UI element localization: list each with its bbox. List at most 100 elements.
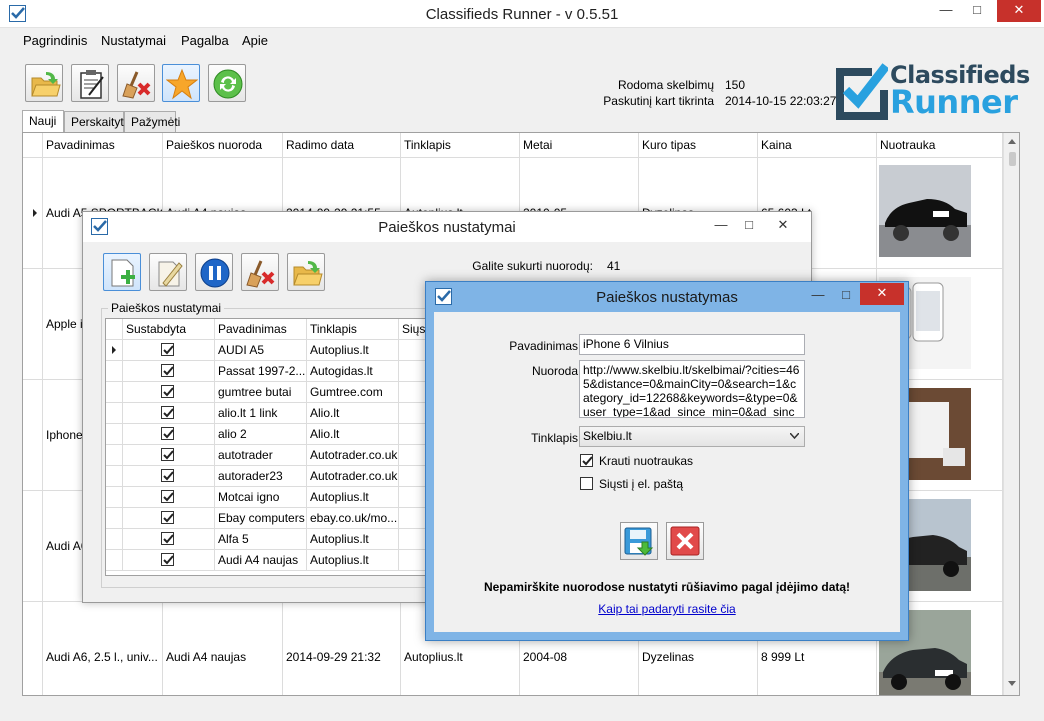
load-photos-checkbox[interactable] bbox=[580, 454, 593, 467]
clear-button[interactable] bbox=[117, 64, 155, 102]
maximize-button[interactable]: □ bbox=[832, 285, 860, 307]
row-header[interactable] bbox=[106, 466, 123, 487]
url-input[interactable]: http://www.skelbiu.lt/skelbimai/?cities=… bbox=[579, 360, 805, 418]
row-header[interactable] bbox=[23, 158, 43, 269]
paused-checkbox[interactable] bbox=[161, 490, 174, 503]
paused-cell[interactable] bbox=[123, 487, 215, 508]
open-folder-button[interactable] bbox=[25, 64, 63, 102]
minimize-button[interactable]: — bbox=[932, 0, 960, 22]
row-header[interactable] bbox=[106, 403, 123, 424]
paused-cell[interactable] bbox=[123, 529, 215, 550]
search-site[interactable]: Autoplius.lt bbox=[307, 550, 399, 571]
paused-checkbox[interactable] bbox=[161, 553, 174, 566]
clipboard-button[interactable] bbox=[71, 64, 109, 102]
minimize-button[interactable]: — bbox=[707, 215, 735, 237]
tab-perskaityti[interactable]: Perskaityti bbox=[64, 111, 126, 132]
row-header[interactable] bbox=[106, 340, 123, 361]
maximize-button[interactable]: □ bbox=[735, 215, 763, 237]
import-search-button[interactable] bbox=[287, 253, 325, 291]
site-select[interactable]: Skelbiu.lt bbox=[579, 426, 805, 447]
search-site[interactable]: Autogidas.lt bbox=[307, 361, 399, 382]
name-input[interactable]: iPhone 6 Vilnius bbox=[579, 334, 805, 355]
close-button[interactable]: ✕ bbox=[997, 0, 1041, 22]
search-site[interactable]: Gumtree.com bbox=[307, 382, 399, 403]
search-site[interactable]: Autoplius.lt bbox=[307, 487, 399, 508]
row-header[interactable] bbox=[23, 380, 43, 491]
column-header[interactable]: Tinklapis bbox=[401, 133, 520, 158]
paused-checkbox[interactable] bbox=[161, 511, 174, 524]
paused-cell[interactable] bbox=[123, 508, 215, 529]
column-header[interactable]: Pavadinimas bbox=[215, 319, 307, 340]
row-header[interactable] bbox=[106, 508, 123, 529]
listing-photo-cell[interactable] bbox=[877, 158, 1003, 269]
row-header[interactable] bbox=[106, 424, 123, 445]
paused-checkbox[interactable] bbox=[161, 469, 174, 482]
menu-pagalba[interactable]: Pagalba bbox=[181, 33, 229, 48]
row-header[interactable] bbox=[106, 361, 123, 382]
menu-pagrindinis[interactable]: Pagrindinis bbox=[23, 33, 87, 48]
search-name[interactable]: Ebay computers bbox=[215, 508, 307, 529]
load-photos-label[interactable]: Krauti nuotraukas bbox=[599, 454, 693, 468]
row-header[interactable] bbox=[106, 529, 123, 550]
paused-cell[interactable] bbox=[123, 445, 215, 466]
row-header[interactable] bbox=[106, 550, 123, 571]
paused-checkbox[interactable] bbox=[161, 406, 174, 419]
listing-title[interactable]: Audi A6, 2.5 l., univ... bbox=[43, 602, 163, 695]
search-name[interactable]: alio 2 bbox=[215, 424, 307, 445]
paused-checkbox[interactable] bbox=[161, 448, 174, 461]
search-name[interactable]: autorader23 bbox=[215, 466, 307, 487]
paused-cell[interactable] bbox=[123, 550, 215, 571]
search-site[interactable]: Autoplius.lt bbox=[307, 529, 399, 550]
paused-cell[interactable] bbox=[123, 466, 215, 487]
paused-cell[interactable] bbox=[123, 403, 215, 424]
paused-checkbox[interactable] bbox=[161, 364, 174, 377]
tab-pazymeti[interactable]: Pažymėti bbox=[124, 111, 180, 132]
paused-cell[interactable] bbox=[123, 382, 215, 403]
column-header[interactable]: Tinklapis bbox=[307, 319, 399, 340]
scrollbar-thumb[interactable] bbox=[1009, 152, 1016, 166]
column-header[interactable]: Pavadinimas bbox=[43, 133, 163, 158]
scroll-up-icon[interactable] bbox=[1008, 139, 1016, 144]
search-site[interactable]: Autoplius.lt bbox=[307, 340, 399, 361]
maximize-button[interactable]: □ bbox=[963, 0, 991, 22]
search-name[interactable]: Alfa 5 bbox=[215, 529, 307, 550]
search-name[interactable]: Audi A4 naujas bbox=[215, 550, 307, 571]
pause-search-button[interactable] bbox=[195, 253, 233, 291]
paused-cell[interactable] bbox=[123, 424, 215, 445]
delete-search-button[interactable] bbox=[241, 253, 279, 291]
scroll-down-icon[interactable] bbox=[1008, 681, 1016, 686]
row-header[interactable] bbox=[23, 269, 43, 380]
column-header[interactable]: Kuro tipas bbox=[639, 133, 758, 158]
paused-checkbox[interactable] bbox=[161, 427, 174, 440]
listing-search-link[interactable]: Audi A4 naujas bbox=[163, 602, 283, 695]
column-header[interactable]: Nuotrauka bbox=[877, 133, 1003, 158]
row-header[interactable] bbox=[106, 487, 123, 508]
minimize-button[interactable]: — bbox=[804, 285, 832, 307]
search-site[interactable]: Autotrader.co.uk bbox=[307, 445, 399, 466]
cancel-button[interactable] bbox=[666, 522, 704, 560]
column-header[interactable]: Radimo data bbox=[283, 133, 401, 158]
column-header[interactable]: Sustabdyta bbox=[123, 319, 215, 340]
menu-nustatymai[interactable]: Nustatymai bbox=[101, 33, 166, 48]
column-header[interactable]: Kaina bbox=[758, 133, 877, 158]
tab-nauji[interactable]: Nauji bbox=[22, 110, 64, 133]
search-site[interactable]: Alio.lt bbox=[307, 424, 399, 445]
add-search-button[interactable] bbox=[103, 253, 141, 291]
search-name[interactable]: Motcai igno bbox=[215, 487, 307, 508]
paused-cell[interactable] bbox=[123, 340, 215, 361]
search-name[interactable]: Passat 1997-2... bbox=[215, 361, 307, 382]
search-name[interactable]: gumtree butai bbox=[215, 382, 307, 403]
refresh-button[interactable] bbox=[208, 64, 246, 102]
favorites-button[interactable] bbox=[162, 64, 200, 102]
paused-checkbox[interactable] bbox=[161, 385, 174, 398]
edit-search-button[interactable] bbox=[149, 253, 187, 291]
save-button[interactable] bbox=[620, 522, 658, 560]
paused-checkbox[interactable] bbox=[161, 532, 174, 545]
search-site[interactable]: ebay.co.uk/mo... bbox=[307, 508, 399, 529]
send-email-label[interactable]: Siųsti į el. paštą bbox=[599, 477, 683, 491]
search-site[interactable]: Autotrader.co.uk bbox=[307, 466, 399, 487]
column-header[interactable]: Paieškos nuoroda bbox=[163, 133, 283, 158]
column-header[interactable]: Metai bbox=[520, 133, 639, 158]
paused-cell[interactable] bbox=[123, 361, 215, 382]
close-button[interactable]: ✕ bbox=[860, 283, 904, 305]
